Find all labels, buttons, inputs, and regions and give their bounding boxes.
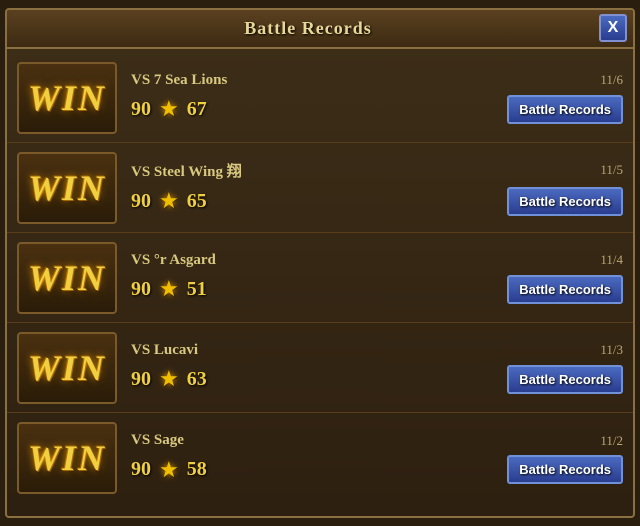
- battle-records-button[interactable]: Battle Records: [507, 275, 623, 304]
- win-badge: WIN: [17, 152, 117, 224]
- records-list: WIN VS 7 Sea Lions 11/6 90 ★ 67 Battle R…: [7, 49, 633, 516]
- score-my: 90: [131, 190, 151, 213]
- record-top: VS °r Asgard 11/4: [131, 252, 623, 269]
- star-icon: ★: [159, 276, 179, 302]
- win-text: WIN: [28, 167, 106, 209]
- opponent-name: VS Sage: [131, 432, 184, 449]
- modal-title: Battle Records: [244, 18, 371, 39]
- opponent-name: VS Steel Wing 翔: [131, 160, 242, 181]
- battle-date: 11/3: [600, 342, 623, 358]
- battle-date: 11/2: [600, 433, 623, 449]
- record-bottom: 90 ★ 51 Battle Records: [131, 275, 623, 304]
- score-area: 90 ★ 67: [131, 96, 207, 122]
- record-info: VS Steel Wing 翔 11/5 90 ★ 65 Battle Reco…: [131, 160, 623, 216]
- score-opp: 67: [187, 98, 207, 121]
- record-row: WIN VS Lucavi 11/3 90 ★ 63 Battle Record…: [7, 323, 633, 413]
- record-top: VS Steel Wing 翔 11/5: [131, 160, 623, 181]
- star-icon: ★: [159, 188, 179, 214]
- record-bottom: 90 ★ 65 Battle Records: [131, 187, 623, 216]
- record-info: VS °r Asgard 11/4 90 ★ 51 Battle Records: [131, 252, 623, 304]
- score-opp: 58: [187, 458, 207, 481]
- win-badge: WIN: [17, 242, 117, 314]
- record-row: WIN VS Sage 11/2 90 ★ 58 Battle Records: [7, 413, 633, 503]
- record-info: VS Lucavi 11/3 90 ★ 63 Battle Records: [131, 342, 623, 394]
- score-my: 90: [131, 368, 151, 391]
- battle-records-modal: Battle Records X WIN VS 7 Sea Lions 11/6…: [5, 8, 635, 518]
- battle-records-button[interactable]: Battle Records: [507, 95, 623, 124]
- modal-header: Battle Records X: [7, 10, 633, 49]
- score-area: 90 ★ 65: [131, 188, 207, 214]
- record-bottom: 90 ★ 63 Battle Records: [131, 365, 623, 394]
- record-top: VS Sage 11/2: [131, 432, 623, 449]
- score-my: 90: [131, 278, 151, 301]
- score-opp: 63: [187, 368, 207, 391]
- win-badge: WIN: [17, 62, 117, 134]
- close-button[interactable]: X: [599, 14, 627, 42]
- opponent-name: VS °r Asgard: [131, 252, 216, 269]
- win-text: WIN: [28, 77, 106, 119]
- star-icon: ★: [159, 457, 179, 483]
- win-text: WIN: [28, 257, 106, 299]
- score-area: 90 ★ 63: [131, 366, 207, 392]
- score-area: 90 ★ 58: [131, 457, 207, 483]
- battle-records-button[interactable]: Battle Records: [507, 455, 623, 484]
- record-bottom: 90 ★ 67 Battle Records: [131, 95, 623, 124]
- battle-date: 11/6: [600, 72, 623, 88]
- record-info: VS Sage 11/2 90 ★ 58 Battle Records: [131, 432, 623, 484]
- score-my: 90: [131, 98, 151, 121]
- battle-date: 11/5: [600, 162, 623, 178]
- battle-records-button[interactable]: Battle Records: [507, 365, 623, 394]
- record-row: WIN VS 7 Sea Lions 11/6 90 ★ 67 Battle R…: [7, 53, 633, 143]
- win-text: WIN: [28, 437, 106, 479]
- record-top: VS Lucavi 11/3: [131, 342, 623, 359]
- score-opp: 65: [187, 190, 207, 213]
- score-my: 90: [131, 458, 151, 481]
- opponent-name: VS 7 Sea Lions: [131, 72, 227, 89]
- star-icon: ★: [159, 96, 179, 122]
- record-info: VS 7 Sea Lions 11/6 90 ★ 67 Battle Recor…: [131, 72, 623, 124]
- win-text: WIN: [28, 347, 106, 389]
- record-row: WIN VS °r Asgard 11/4 90 ★ 51 Battle Rec…: [7, 233, 633, 323]
- battle-records-button[interactable]: Battle Records: [507, 187, 623, 216]
- battle-date: 11/4: [600, 252, 623, 268]
- score-opp: 51: [187, 278, 207, 301]
- record-top: VS 7 Sea Lions 11/6: [131, 72, 623, 89]
- win-badge: WIN: [17, 332, 117, 404]
- record-bottom: 90 ★ 58 Battle Records: [131, 455, 623, 484]
- star-icon: ★: [159, 366, 179, 392]
- score-area: 90 ★ 51: [131, 276, 207, 302]
- opponent-name: VS Lucavi: [131, 342, 198, 359]
- record-row: WIN VS Steel Wing 翔 11/5 90 ★ 65 Battle …: [7, 143, 633, 233]
- win-badge: WIN: [17, 422, 117, 494]
